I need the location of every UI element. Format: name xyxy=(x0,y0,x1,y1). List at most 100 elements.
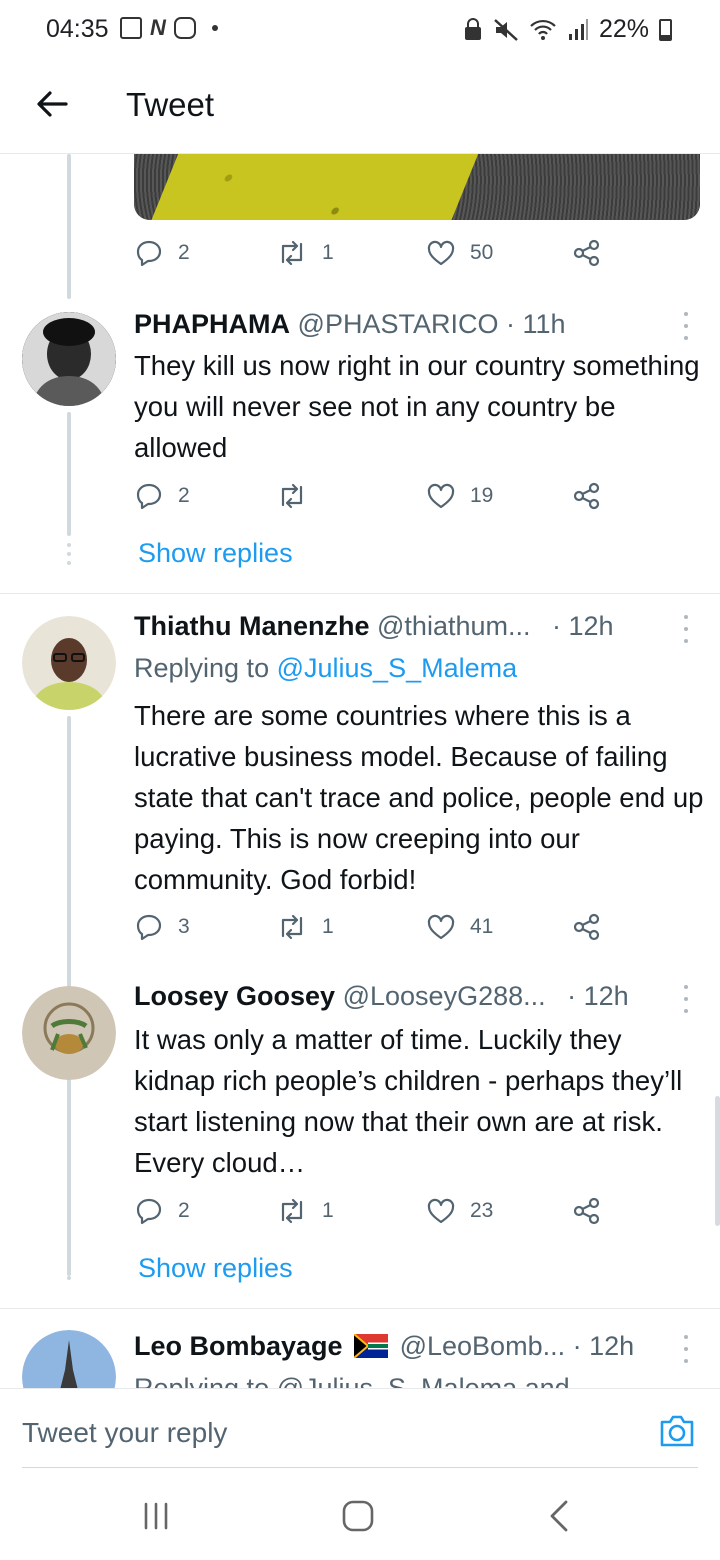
share-icon xyxy=(573,239,600,267)
replying-to: Replying to @Julius_S_Malema xyxy=(134,653,517,684)
back-nav-icon[interactable] xyxy=(540,1498,580,1534)
signal-icon xyxy=(568,18,588,40)
share-icon xyxy=(573,1197,600,1225)
avatar[interactable] xyxy=(22,312,116,406)
tweet-time: · 12h xyxy=(572,1331,635,1361)
share-button[interactable] xyxy=(572,238,602,268)
tweet-text: It was only a matter of time. Luckily th… xyxy=(134,1024,683,1178)
heart-icon xyxy=(427,1198,455,1224)
reply-icon xyxy=(136,240,162,267)
reply-icon xyxy=(136,1198,162,1225)
tweet-header: Leo Bombayage @LeoBomb... · 12h xyxy=(134,1331,634,1362)
more-options-icon[interactable] xyxy=(682,985,690,1013)
display-name[interactable]: Thiathu Manenzhe xyxy=(134,611,370,641)
heart-icon xyxy=(427,240,455,266)
tweet-header: Thiathu Manenzhe @thiathum... · 12h xyxy=(134,611,614,642)
share-button[interactable] xyxy=(572,1196,602,1226)
app-header: Tweet xyxy=(0,62,720,154)
display-name[interactable]: PHAPHAMA xyxy=(134,309,290,339)
tweet-actions: 2 1 50 xyxy=(134,238,614,274)
show-replies-link[interactable]: Show replies xyxy=(138,1253,293,1284)
reply-count: 3 xyxy=(178,915,190,938)
system-icons: 22% xyxy=(463,15,672,44)
retweet-count: 1 xyxy=(322,915,334,938)
reply-composer: Tweet your reply xyxy=(0,1388,720,1468)
share-icon xyxy=(573,482,600,510)
battery-icon xyxy=(659,18,672,41)
n-app-icon: N xyxy=(150,15,166,40)
like-count: 50 xyxy=(470,241,494,264)
avatar[interactable] xyxy=(22,1330,116,1388)
show-replies-link[interactable]: Show replies xyxy=(138,538,293,569)
more-options-icon[interactable] xyxy=(682,312,690,340)
heart-icon xyxy=(427,483,455,509)
reply-button[interactable]: 2 xyxy=(134,1196,190,1226)
avatar[interactable] xyxy=(22,616,116,710)
user-handle[interactable]: @LooseyG288... xyxy=(343,981,546,1011)
like-count: 41 xyxy=(470,915,494,938)
thread-dots xyxy=(66,543,72,565)
divider xyxy=(0,1308,720,1309)
more-notifications-icon xyxy=(211,25,218,31)
tweet-header: Loosey Goosey @LooseyG288... · 12h xyxy=(134,981,629,1012)
like-button[interactable]: 50 xyxy=(426,238,493,268)
reply-count: 2 xyxy=(178,484,190,507)
reply-button[interactable]: 3 xyxy=(134,912,190,942)
display-name[interactable]: Loosey Goosey xyxy=(134,981,335,1011)
thread-dots xyxy=(66,1258,72,1280)
display-name[interactable]: Leo Bombayage xyxy=(134,1331,343,1361)
back-arrow-icon[interactable] xyxy=(30,82,74,126)
like-button[interactable]: 41 xyxy=(426,912,493,942)
home-icon[interactable] xyxy=(338,1498,378,1534)
share-button[interactable] xyxy=(572,481,602,511)
reply-count: 2 xyxy=(178,241,190,264)
wifi-icon xyxy=(530,19,556,40)
reply-icon xyxy=(136,914,162,941)
retweet-icon xyxy=(281,240,303,266)
reply-icon xyxy=(136,483,162,510)
replying-label: Replying to xyxy=(134,653,270,683)
tweet-media-image[interactable] xyxy=(134,154,700,220)
user-handle[interactable]: @PHASTARICO xyxy=(298,309,499,339)
reply-count: 2 xyxy=(178,1199,190,1222)
replying-to: Replying to @Julius_S_Malema and xyxy=(134,1373,570,1388)
retweet-button[interactable] xyxy=(276,481,322,511)
south-africa-flag-icon xyxy=(353,1333,389,1359)
more-options-icon[interactable] xyxy=(682,615,690,643)
notification-icons: N xyxy=(120,17,218,39)
replying-to-handle[interactable]: @Julius_S_Malema xyxy=(277,653,518,683)
share-button[interactable] xyxy=(572,912,602,942)
user-handle[interactable]: @thiathum... xyxy=(377,611,530,641)
like-count: 19 xyxy=(470,484,494,507)
retweet-button[interactable]: 1 xyxy=(276,238,334,268)
thread-line xyxy=(67,154,71,299)
like-button[interactable]: 19 xyxy=(426,481,493,511)
camera-icon[interactable] xyxy=(658,1413,696,1449)
tweet-text: They kill us now right in our country so… xyxy=(134,350,700,463)
recent-apps-icon[interactable] xyxy=(136,1498,176,1534)
like-button[interactable]: 23 xyxy=(426,1196,493,1226)
divider xyxy=(0,593,720,594)
tweet-feed[interactable]: 2 1 50 PHAPHAMA @PHASTARICO · 11h They k… xyxy=(0,154,720,1388)
user-handle[interactable]: @LeoBomb... xyxy=(400,1331,566,1361)
retweet-button[interactable]: 1 xyxy=(276,912,334,942)
reply-button[interactable]: 2 xyxy=(134,238,190,268)
thread-line xyxy=(67,412,71,536)
heart-icon xyxy=(427,914,455,940)
retweet-count: 1 xyxy=(322,1199,334,1222)
scrollbar-thumb[interactable] xyxy=(715,1096,720,1226)
lock-icon xyxy=(464,17,481,40)
status-time: 04:35 xyxy=(46,15,109,43)
retweet-icon xyxy=(281,483,303,509)
retweet-button[interactable]: 1 xyxy=(276,1196,334,1226)
mute-icon xyxy=(494,18,518,41)
status-bar: 04:35 N 22% xyxy=(0,0,720,62)
reply-input[interactable]: Tweet your reply xyxy=(22,1417,227,1449)
avatar[interactable] xyxy=(22,986,116,1080)
tweet-actions: 2 1 23 xyxy=(134,1196,614,1232)
tweet-time: · 12h xyxy=(552,611,614,641)
more-options-icon[interactable] xyxy=(682,1335,690,1363)
tweet-time: · 12h xyxy=(567,981,629,1011)
reply-button[interactable]: 2 xyxy=(134,481,190,511)
tweet-text: There are some countries where this is a… xyxy=(134,700,704,895)
